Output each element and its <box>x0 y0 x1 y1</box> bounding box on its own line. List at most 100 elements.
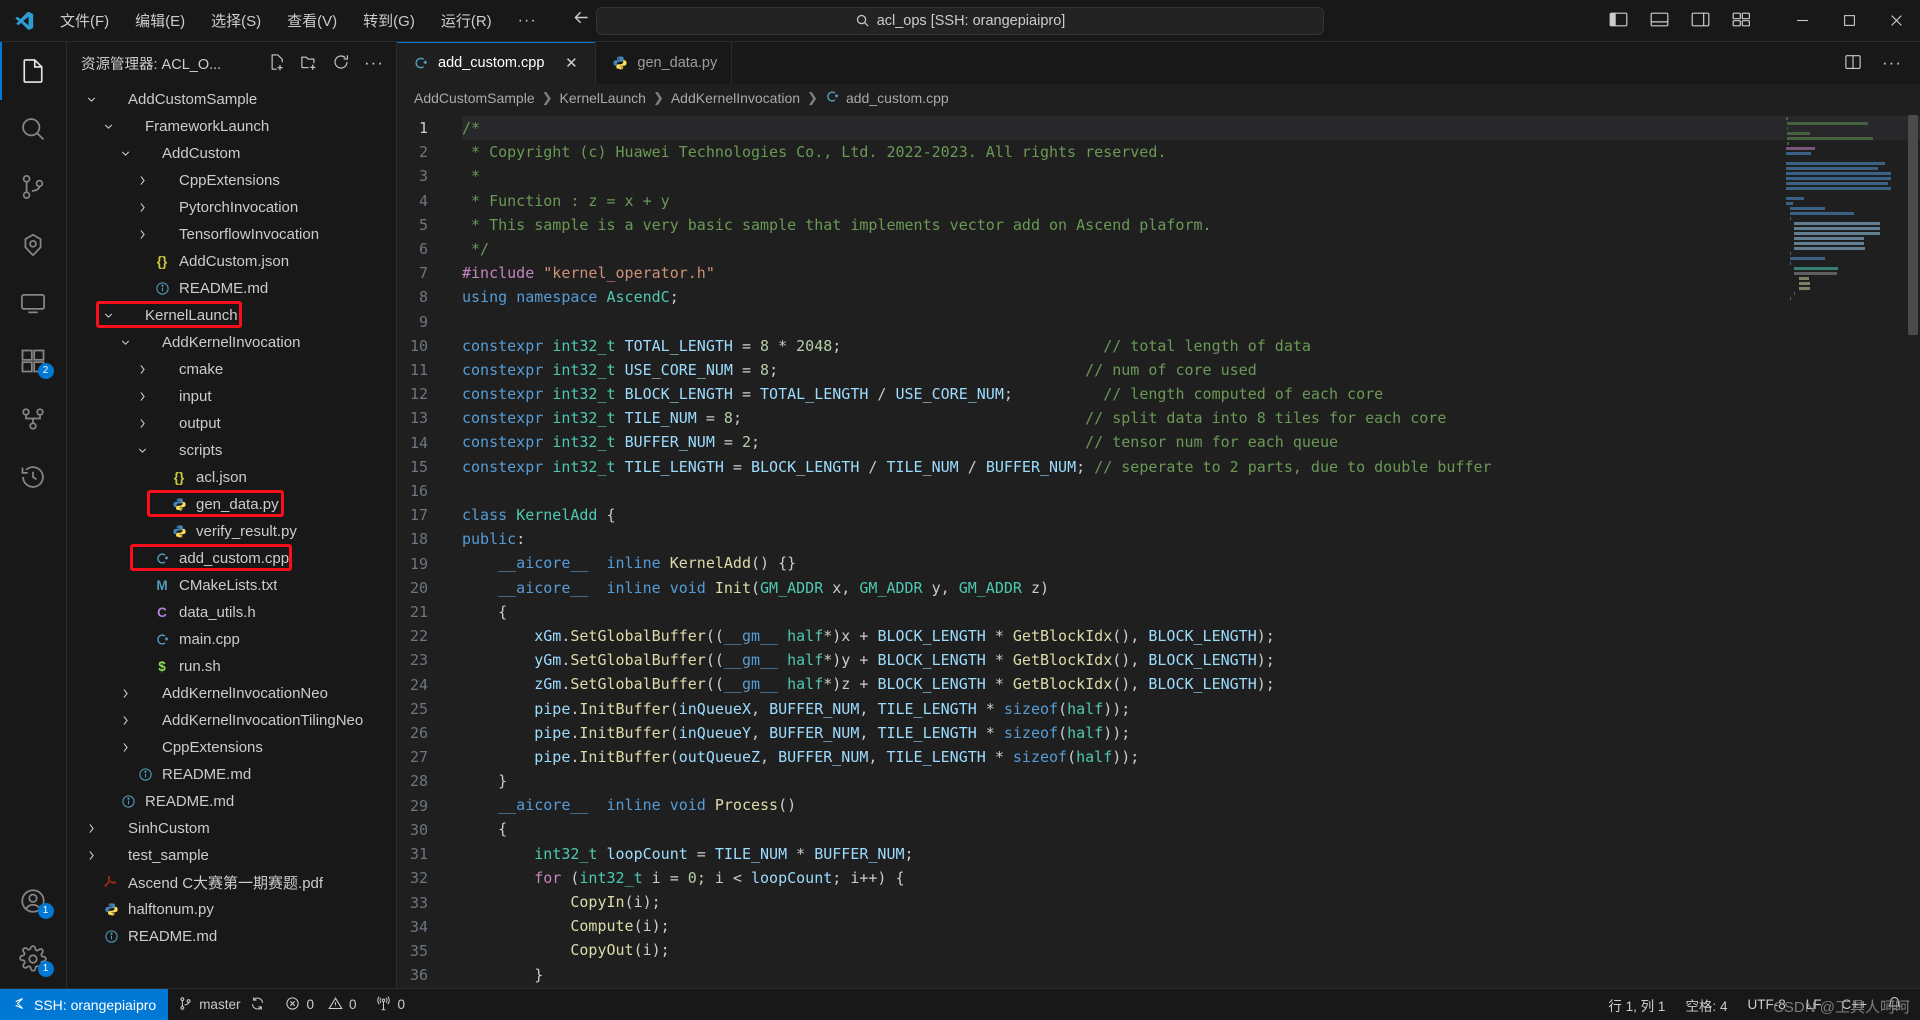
chevron-down-icon[interactable] <box>100 309 117 322</box>
toggle-panel-icon[interactable] <box>1650 11 1669 31</box>
code-line[interactable]: /* <box>462 116 1920 141</box>
chevron-right-icon[interactable] <box>83 822 100 835</box>
tree-file-item[interactable]: halftonum.py <box>67 896 396 923</box>
code-line[interactable]: constexpr int32_t BUFFER_NUM = 2; // ten… <box>462 430 1920 454</box>
code-editor[interactable]: 1 2 3 4 5 6 7 8 9 10 11 12 13 14 15 16 17 18 19 20 21 22 23 24 2… <box>397 111 1920 988</box>
tree-file-item[interactable]: README.md <box>67 761 396 788</box>
tree-folder-item[interactable]: AddCustom <box>67 140 396 167</box>
close-icon[interactable] <box>1873 0 1920 42</box>
tree-file-item[interactable]: verify_result.py <box>67 518 396 545</box>
sync-icon[interactable] <box>250 996 265 1014</box>
chevron-down-icon[interactable] <box>83 93 100 106</box>
file-tree[interactable]: AddCustomSample FrameworkLaunch AddCustom C… <box>67 84 396 988</box>
menu-run[interactable]: 运行(R) <box>429 6 504 35</box>
chevron-right-icon[interactable] <box>117 741 134 754</box>
breadcrumb-item[interactable]: KernelLaunch <box>560 90 646 106</box>
tree-file-item[interactable]: $ run.sh <box>67 653 396 680</box>
tree-folder-item[interactable]: scripts <box>67 437 396 464</box>
tree-folder-item[interactable]: output <box>67 410 396 437</box>
code-line[interactable]: class KernelAdd { <box>462 503 1920 527</box>
status-remote-indicator[interactable]: SSH: orangepiaipro <box>0 988 169 1020</box>
code-line[interactable]: __aicore__ inline void Process() <box>462 793 1920 817</box>
code-line[interactable]: CopyOut(i); <box>462 938 1920 962</box>
tree-folder-item[interactable]: AddCustomSample <box>67 86 396 113</box>
tree-folder-item[interactable]: test_sample <box>67 842 396 869</box>
code-line[interactable]: constexpr int32_t USE_CORE_NUM = 8; // n… <box>462 358 1920 382</box>
code-line[interactable]: * This sample is a very basic sample tha… <box>462 213 1920 237</box>
sidebar-item-extensions[interactable]: 2 <box>0 332 67 390</box>
chevron-right-icon[interactable] <box>117 714 134 727</box>
code-line[interactable]: * Copyright (c) Huawei Technologies Co.,… <box>462 140 1920 164</box>
tree-file-item[interactable]: add_custom.cpp <box>67 545 396 572</box>
sidebar-item-accounts[interactable]: 1 <box>0 872 67 930</box>
breadcrumb-item[interactable]: AddCustomSample <box>414 90 535 106</box>
breadcrumb[interactable]: AddCustomSample ❯ KernelLaunch ❯ AddKernelIn… <box>397 84 1920 111</box>
tree-file-item[interactable]: README.md <box>67 788 396 815</box>
breadcrumb-item[interactable]: add_custom.cpp <box>825 89 949 107</box>
chevron-right-icon[interactable] <box>134 174 151 187</box>
code-line[interactable]: pipe.InitBuffer(inQueueX, BUFFER_NUM, TI… <box>462 697 1920 721</box>
tree-folder-item[interactable]: CppExtensions <box>67 167 396 194</box>
new-file-icon[interactable] <box>268 53 286 74</box>
breadcrumb-item[interactable]: AddKernelInvocation <box>671 90 800 106</box>
code-line[interactable]: public: <box>462 527 1920 551</box>
tree-folder-item[interactable]: KernelLaunch <box>67 302 396 329</box>
code-line[interactable]: constexpr int32_t TILE_NUM = 8; // split… <box>462 406 1920 430</box>
tree-file-item[interactable]: {} acl.json <box>67 464 396 491</box>
tab-gen-data-py[interactable]: gen_data.py <box>596 42 733 84</box>
new-folder-icon[interactable] <box>300 53 318 74</box>
tab-add-custom-cpp[interactable]: add_custom.cpp ✕ <box>397 42 597 84</box>
tree-file-item[interactable]: README.md <box>67 275 396 302</box>
tree-folder-item[interactable]: FrameworkLaunch <box>67 113 396 140</box>
sidebar-item-source-control[interactable] <box>0 158 67 216</box>
sidebar-item-manage[interactable]: 1 <box>0 930 67 988</box>
chevron-right-icon[interactable] <box>83 849 100 862</box>
status-problems[interactable]: 0 0 <box>275 989 366 1020</box>
tree-folder-item[interactable]: AddKernelInvocationNeo <box>67 680 396 707</box>
editor-scrollbar[interactable] <box>1906 111 1920 988</box>
more-actions-icon[interactable]: ··· <box>364 54 384 71</box>
code-line[interactable]: } <box>462 963 1920 987</box>
sidebar-item-timeline[interactable] <box>0 448 67 506</box>
toggle-primary-sidebar-icon[interactable] <box>1609 11 1628 31</box>
toggle-secondary-sidebar-icon[interactable] <box>1691 11 1710 31</box>
tree-folder-item[interactable]: SinhCustom <box>67 815 396 842</box>
sidebar-item-remote-explorer[interactable] <box>0 274 67 332</box>
chevron-right-icon[interactable] <box>134 363 151 376</box>
sidebar-item-explorer[interactable] <box>0 42 67 100</box>
chevron-down-icon[interactable] <box>100 120 117 133</box>
command-center[interactable]: acl_ops [SSH: orangepiaipro] <box>596 6 1324 35</box>
menu-edit[interactable]: 编辑(E) <box>123 6 197 35</box>
status-ports[interactable]: 0 <box>366 989 415 1020</box>
close-icon[interactable]: ✕ <box>561 54 581 72</box>
code-line[interactable]: zGm.SetGlobalBuffer((__gm__ half*)z + BL… <box>462 672 1920 696</box>
code-line[interactable]: pipe.InitBuffer(inQueueY, BUFFER_NUM, TI… <box>462 721 1920 745</box>
tree-folder-item[interactable]: TensorflowInvocation <box>67 221 396 248</box>
tree-folder-item[interactable]: AddKernelInvocation <box>67 329 396 356</box>
code-line[interactable]: int32_t loopCount = TILE_NUM * BUFFER_NU… <box>462 842 1920 866</box>
code-line[interactable]: constexpr int32_t TILE_LENGTH = BLOCK_LE… <box>462 455 1920 479</box>
tree-file-item[interactable]: main.cpp <box>67 626 396 653</box>
chevron-down-icon[interactable] <box>134 444 151 457</box>
code-line[interactable]: Compute(i); <box>462 914 1920 938</box>
arrow-left-icon[interactable] <box>571 7 592 34</box>
code-content[interactable]: /* * Copyright (c) Huawei Technologies C… <box>452 111 1920 988</box>
code-line[interactable]: */ <box>462 237 1920 261</box>
menu-go[interactable]: 转到(G) <box>351 6 427 35</box>
menu-selection[interactable]: 选择(S) <box>199 6 273 35</box>
code-line[interactable]: * <box>462 164 1920 188</box>
code-line[interactable]: __aicore__ inline void Init(GM_ADDR x, G… <box>462 576 1920 600</box>
code-line[interactable]: } <box>462 769 1920 793</box>
tree-file-item[interactable]: README.md <box>67 923 396 950</box>
tree-folder-item[interactable]: input <box>67 383 396 410</box>
chevron-down-icon[interactable] <box>117 147 134 160</box>
tree-file-item[interactable]: M CMakeLists.txt <box>67 572 396 599</box>
customize-layout-icon[interactable] <box>1732 11 1751 31</box>
status-cursor-position[interactable]: 行 1, 列 1 <box>1598 989 1675 1020</box>
code-line[interactable]: for (int32_t i = 0; i < loopCount; i++) … <box>462 866 1920 890</box>
sidebar-item-testing[interactable] <box>0 390 67 448</box>
scrollbar-thumb[interactable] <box>1908 115 1918 335</box>
code-line[interactable] <box>462 479 1920 503</box>
code-line[interactable]: xGm.SetGlobalBuffer((__gm__ half*)x + BL… <box>462 624 1920 648</box>
menu-more-button[interactable]: ··· <box>506 8 549 34</box>
